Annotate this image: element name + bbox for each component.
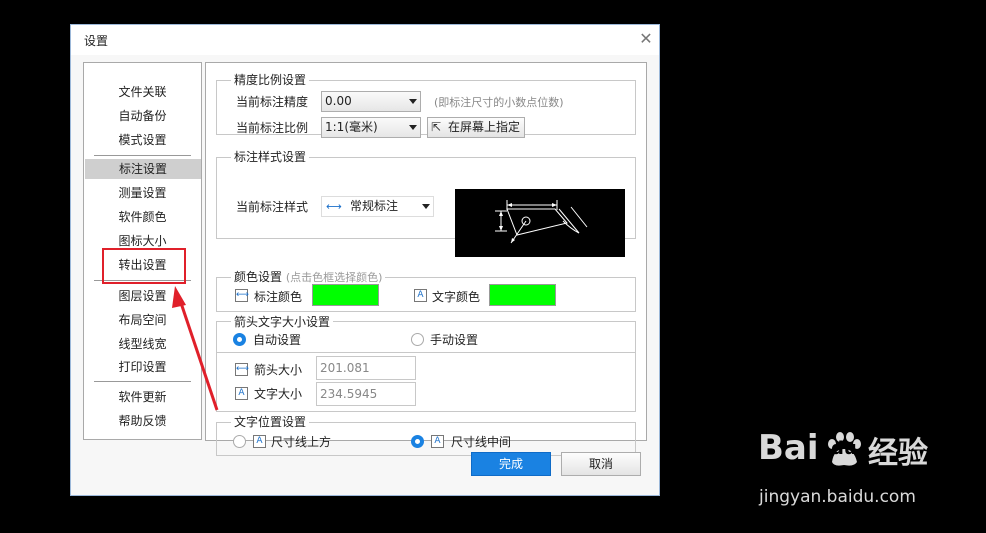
watermark-brand-c: 经验 — [868, 436, 928, 471]
watermark-brand-a: Bai — [758, 428, 819, 468]
watermark-brand-b: du — [831, 438, 857, 459]
watermark-url: jingyan.baidu.com — [759, 487, 916, 507]
baidu-logo: Bai du 经验 — [758, 428, 958, 471]
